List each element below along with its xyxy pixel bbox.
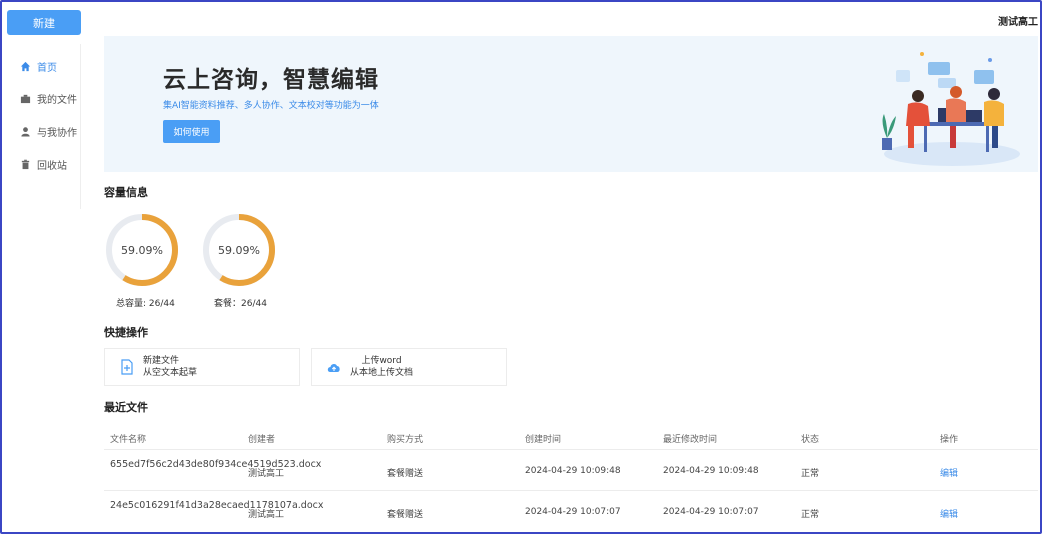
creator: 测试高工 [248,510,285,520]
user-icon [20,126,31,137]
column-header: 创建者 [248,435,276,445]
banner-subtitle: 集AI智能资料推荐、多人协作、文本校对等功能为一体 [163,101,379,111]
sidebar-divider [80,44,81,209]
cloud-upload-icon [326,359,342,375]
upload-word-card[interactable]: 上传word 从本地上传文档 [311,348,507,386]
created-time: 2024-04-29 10:09:48 [525,466,621,476]
quick-actions-title: 快捷操作 [104,326,148,339]
column-header: 创建时间 [525,435,562,445]
purchase-method: 套餐赠送 [387,510,424,520]
gauge-label: 套餐：26/44 [214,299,267,309]
created-time: 2024-04-29 10:07:07 [525,507,621,517]
new-button[interactable]: 新建 [7,10,81,35]
card-title: 上传word [361,356,402,366]
sidebar-item-label: 与我协作 [37,127,77,139]
hero-banner: 云上咨询，智慧编辑 集AI智能资料推荐、多人协作、文本校对等功能为一体 如何使用 [104,36,1038,172]
card-title: 新建文件 [143,356,180,366]
edit-link[interactable]: 编辑 [940,466,958,479]
file-name[interactable]: 655ed7f56c2d43de80f934ce4519d523.docx [110,458,321,471]
column-header: 最近修改时间 [663,435,718,445]
sidebar-item-label: 我的文件 [37,94,77,106]
new-file-icon [119,359,135,375]
new-file-card[interactable]: 新建文件 从空文本起草 [104,348,300,386]
folder-icon [20,93,31,104]
banner-title: 云上咨询，智慧编辑 [163,67,379,93]
table-row[interactable]: 24e5c016291f41d3a28ecaed1178107a.docx 测试… [104,491,1038,532]
sidebar-item-trash[interactable]: 回收站 [20,156,67,172]
table-header: 文件名称 创建者 购买方式 创建时间 最近修改时间 状态 操作 [104,426,1038,450]
how-to-use-button[interactable]: 如何使用 [163,120,220,143]
user-name[interactable]: 测试高工 [998,13,1038,28]
sidebar-item-label: 回收站 [37,160,67,172]
plan-capacity-gauge: 59.09% [201,212,277,288]
card-subtitle: 从本地上传文档 [350,368,414,378]
trash-icon [20,159,31,170]
edit-link[interactable]: 编辑 [940,507,958,520]
status: 正常 [801,469,820,479]
sidebar: 新建 首页 我的文件 与我协作 回收站 [2,2,82,532]
column-header: 购买方式 [387,435,424,445]
purchase-method: 套餐赠送 [387,469,424,479]
creator: 测试高工 [248,469,285,479]
table-row[interactable]: 655ed7f56c2d43de80f934ce4519d523.docx 测试… [104,450,1038,491]
home-icon [20,61,31,72]
column-header: 状态 [801,435,820,445]
modified-time: 2024-04-29 10:07:07 [663,507,759,517]
file-name[interactable]: 24e5c016291f41d3a28ecaed1178107a.docx [110,499,324,512]
modified-time: 2024-04-29 10:09:48 [663,466,759,476]
column-header: 操作 [940,435,959,445]
sidebar-item-label: 首页 [37,62,57,74]
gauge-percent: 59.09% [218,243,260,257]
recent-files-title: 最近文件 [104,401,148,414]
capacity-title: 容量信息 [104,186,148,199]
sidebar-item-shared[interactable]: 与我协作 [20,123,77,139]
sidebar-item-my-files[interactable]: 我的文件 [20,90,77,106]
status: 正常 [801,510,820,520]
gauge-percent: 59.09% [121,243,163,257]
collaboration-illustration-icon [874,42,1024,172]
column-header: 文件名称 [110,435,147,445]
card-subtitle: 从空文本起草 [143,368,198,378]
sidebar-item-home[interactable]: 首页 [20,58,57,74]
total-capacity-gauge: 59.09% [104,212,180,288]
gauge-label: 总容量: 26/44 [116,299,175,309]
